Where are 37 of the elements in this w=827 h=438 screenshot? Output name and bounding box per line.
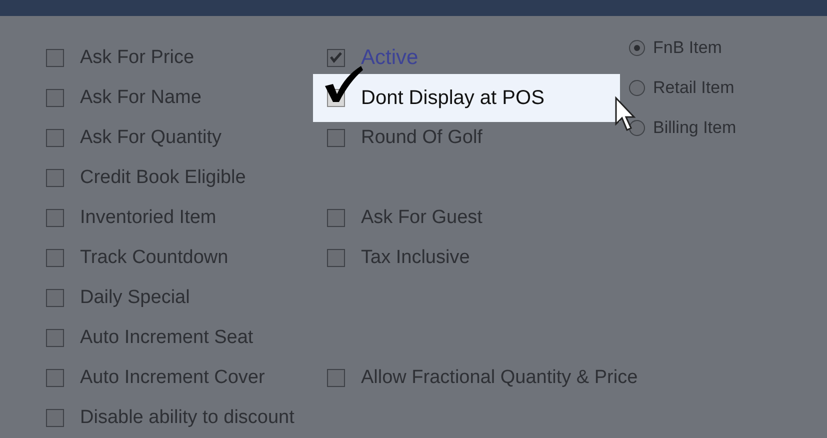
radio-button[interactable] (629, 120, 645, 136)
option-label: Dont Display at POS (361, 86, 544, 111)
checkbox[interactable] (46, 369, 64, 387)
option-label: Daily Special (80, 286, 190, 310)
checkbox[interactable] (46, 169, 64, 187)
radio-button[interactable] (629, 80, 645, 96)
mouse-pointer-icon (614, 96, 638, 132)
option-label: Track Countdown (80, 246, 228, 270)
checkbox[interactable] (327, 369, 345, 387)
option-label: Ask For Guest (361, 206, 482, 230)
checkbox[interactable] (327, 129, 345, 147)
option-label: Inventoried Item (80, 206, 216, 230)
radio-button[interactable] (629, 40, 645, 56)
checkbox[interactable] (46, 249, 64, 267)
checkbox[interactable] (46, 89, 64, 107)
checkbox[interactable] (46, 409, 64, 427)
option-label: FnB Item (653, 37, 722, 60)
option-label: Ask For Quantity (80, 126, 222, 150)
option-label: Credit Book Eligible (80, 166, 246, 190)
option-label: Allow Fractional Quantity & Price (361, 366, 638, 390)
checkbox[interactable] (327, 209, 345, 227)
checkbox[interactable] (327, 49, 345, 67)
checkbox[interactable] (46, 289, 64, 307)
checkbox[interactable] (327, 249, 345, 267)
checkbox[interactable] (46, 49, 64, 67)
option-label: Tax Inclusive (361, 246, 470, 270)
option-label: Auto Increment Cover (80, 366, 265, 390)
option-label: Auto Increment Seat (80, 326, 254, 350)
option-label: Ask For Price (80, 46, 194, 70)
option-label: Retail Item (653, 77, 734, 100)
option-label: Billing Item (653, 117, 736, 140)
option-label: Ask For Name (80, 86, 202, 110)
checkbox[interactable] (46, 209, 64, 227)
checkbox[interactable] (46, 129, 64, 147)
checkbox[interactable] (46, 329, 64, 347)
option-label: Disable ability to discount (80, 406, 294, 430)
option-label: Round Of Golf (361, 126, 482, 150)
